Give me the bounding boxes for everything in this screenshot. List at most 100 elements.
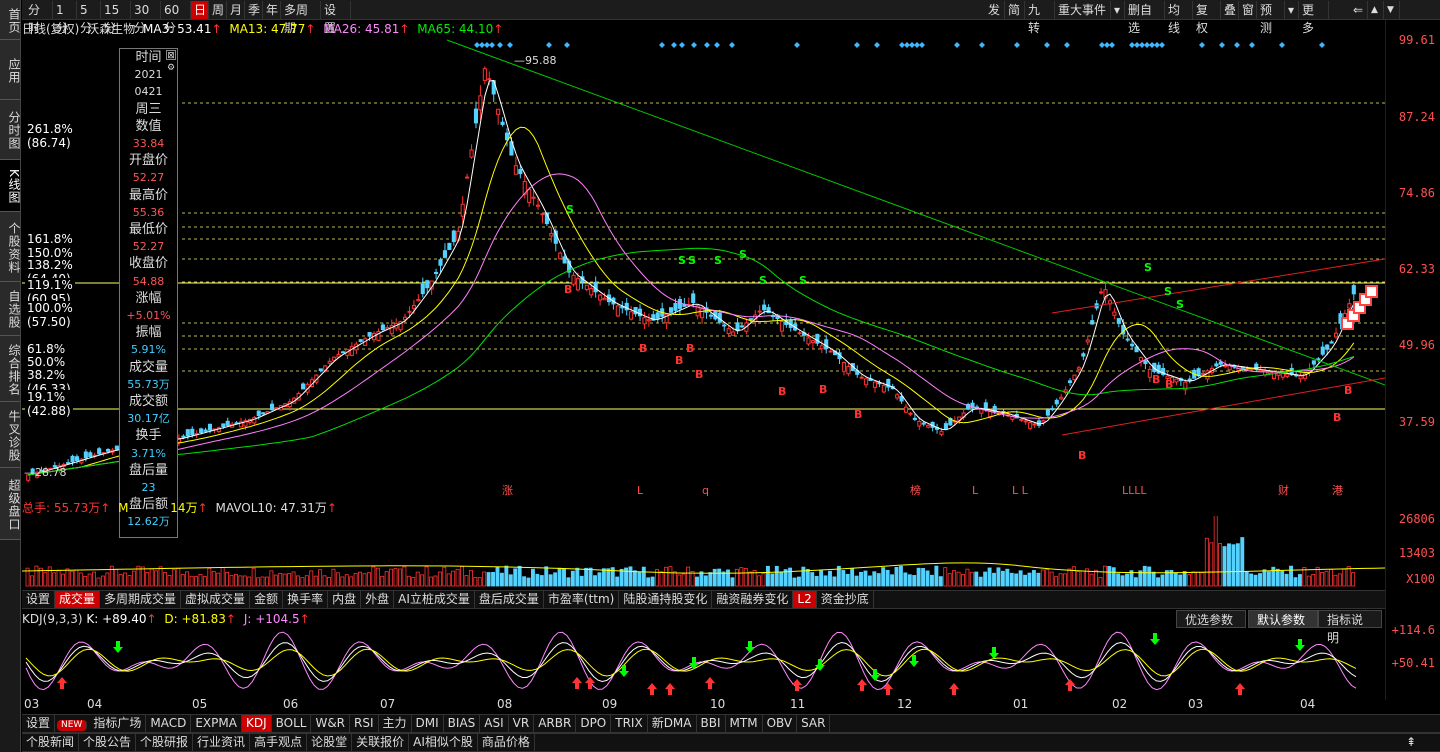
vol-tab[interactable]: 设置 <box>22 591 56 608</box>
popup-value: 52.27 <box>132 240 165 254</box>
indicator-tab[interactable]: EXPMA <box>191 715 242 732</box>
indicator-tab[interactable]: VR <box>509 715 535 732</box>
indicator-tab[interactable]: KDJ <box>241 715 272 732</box>
vol-tab[interactable]: 盘后成交量 <box>475 591 544 608</box>
tool-btn-1[interactable]: 简 <box>1005 1 1025 19</box>
period-tab-1[interactable]: 1分 <box>53 1 77 35</box>
stock-name[interactable]: 沃森生物 <box>87 22 135 36</box>
up-icon[interactable]: ▲ <box>1368 1 1384 19</box>
indicator-tab[interactable]: TRIX <box>611 715 648 732</box>
indicator-tab[interactable]: BIAS <box>444 715 481 732</box>
kdj-param-button[interactable]: 优选参数 <box>1176 610 1246 628</box>
sidebar-item-8[interactable]: 超级盘口 <box>0 468 21 540</box>
tool-btn-9[interactable]: 窗 <box>1239 1 1257 19</box>
indicator-tab[interactable]: ASI <box>480 715 509 732</box>
period-tab-2[interactable]: 5分 <box>77 1 101 35</box>
sidebar-item-2[interactable]: 分时图 <box>0 100 21 160</box>
popup-close-icon[interactable]: ⊠ <box>166 50 176 61</box>
volume-bar <box>1018 570 1023 587</box>
kdj-param-button[interactable]: 默认参数 <box>1248 610 1318 628</box>
bottom-tab[interactable]: 个股公告 <box>79 734 137 751</box>
popup-settings-icon[interactable]: ⚙ <box>166 63 176 73</box>
vol-tab[interactable]: 资金抄底 <box>817 591 874 608</box>
indicator-tab[interactable]: RSI <box>350 715 379 732</box>
sidebar-item-5[interactable]: 自选股 <box>0 282 21 336</box>
volume-bar <box>921 568 926 587</box>
indicator-tab[interactable]: 主力 <box>379 715 412 732</box>
bottom-tab[interactable]: 个股研报 <box>136 734 194 751</box>
period-tab-3[interactable]: 15分 <box>101 1 131 35</box>
bottom-tab[interactable]: AI相似个股 <box>409 734 478 751</box>
indicator-tab[interactable]: 新DMA <box>648 715 697 732</box>
back-icon[interactable]: ⇐ <box>1350 1 1368 19</box>
sidebar-item-3[interactable]: K线图 <box>0 160 21 212</box>
indicator-tab[interactable]: MACD <box>146 715 192 732</box>
vol-tab[interactable]: 换手率 <box>283 591 329 608</box>
vol-tab[interactable]: 外盘 <box>361 591 395 608</box>
collapse-icon[interactable]: ⇞ <box>1402 734 1420 751</box>
kdj-chart[interactable] <box>22 627 1385 697</box>
volume-bar <box>260 576 265 587</box>
indicator-tab[interactable]: NEW <box>57 720 88 731</box>
vol-tab[interactable]: 多周期成交量 <box>100 591 182 608</box>
tool-btn-11[interactable]: ▾ <box>1285 1 1299 19</box>
indicator-tab[interactable]: BOLL <box>272 715 312 732</box>
tool-btn-8[interactable]: 叠 <box>1221 1 1239 19</box>
bottom-tab[interactable]: 行业资讯 <box>193 734 251 751</box>
sidebar-item-4[interactable]: 个股资料 <box>0 212 21 282</box>
vol-tab[interactable]: 虚拟成交量 <box>181 591 251 608</box>
vol-tab[interactable]: L2 <box>793 591 817 608</box>
volume-bar <box>522 576 527 587</box>
period-tab-7[interactable]: 周 <box>209 1 227 19</box>
bottom-tab[interactable]: 个股新闻 <box>22 734 80 751</box>
period-tab-11[interactable]: 多周期 <box>281 1 321 35</box>
vol-tab[interactable]: AI立桩成交量 <box>394 591 475 608</box>
volume-chart[interactable] <box>22 516 1385 588</box>
indicator-tab[interactable]: DPO <box>576 715 612 732</box>
bottom-tab[interactable]: 高手观点 <box>250 734 308 751</box>
indicator-tab[interactable]: SAR <box>797 715 831 732</box>
period-tab-12[interactable]: 设置 <box>321 1 351 35</box>
tool-btn-3[interactable]: 重大事件 <box>1055 1 1111 19</box>
indicator-tab[interactable]: W&R <box>311 715 351 732</box>
indicator-tab[interactable]: OBV <box>763 715 798 732</box>
volume-bar <box>238 575 243 587</box>
vol-tab[interactable]: 市盈率(ttm) <box>544 591 620 608</box>
indicator-tab[interactable]: DMI <box>412 715 444 732</box>
vol-tab[interactable]: 内盘 <box>328 591 362 608</box>
indicator-tab[interactable]: 指标广场 <box>89 715 147 732</box>
bottom-tab[interactable]: 论股堂 <box>307 734 353 751</box>
period-tab-6[interactable]: 日 <box>191 1 209 19</box>
bottom-tab[interactable]: 关联报价 <box>352 734 410 751</box>
period-tab-4[interactable]: 30分 <box>131 1 161 35</box>
bottom-tab[interactable]: 商品价格 <box>478 734 535 751</box>
sidebar-item-1[interactable]: 应用 <box>0 40 21 100</box>
vol-tab[interactable]: 金额 <box>250 591 284 608</box>
period-tab-8[interactable]: 月 <box>227 1 245 19</box>
tool-btn-4[interactable]: ▾ <box>1111 1 1125 19</box>
period-tab-0[interactable]: 分时 <box>25 1 53 35</box>
tool-btn-12[interactable]: 更多 <box>1299 1 1329 35</box>
candlestick-chart[interactable]: SBS S S SS SBBBBB BBSSSB BBBB涨 Lq 榜 L L L LLLL 财港—95… <box>22 38 1385 498</box>
vol-tab[interactable]: 陆股通持股变化 <box>619 591 713 608</box>
tool-btn-0[interactable]: 发 <box>985 1 1005 19</box>
kdj-param-button[interactable]: 指标说明 <box>1318 610 1382 645</box>
period-label[interactable]: 日线(复权) <box>22 22 79 36</box>
vol-tab[interactable]: 融资融券变化 <box>712 591 794 608</box>
tool-btn-5[interactable]: 删自选 <box>1125 1 1165 35</box>
indicator-tab[interactable]: BBI <box>697 715 726 732</box>
tool-btn-2[interactable]: 九转 <box>1025 1 1055 35</box>
sidebar-item-6[interactable]: 综合排名 <box>0 336 21 402</box>
tool-btn-10[interactable]: 预测 <box>1257 1 1285 35</box>
tool-btn-7[interactable]: 复权 <box>1193 1 1221 35</box>
indicator-tab[interactable]: 设置 <box>22 715 56 732</box>
period-tab-5[interactable]: 60分 <box>161 1 191 35</box>
sidebar-item-0[interactable]: 首页 <box>0 0 21 40</box>
indicator-tab[interactable]: ARBR <box>534 715 577 732</box>
sidebar-item-7[interactable]: 牛叉诊股 <box>0 402 21 468</box>
indicator-tab[interactable]: MTM <box>726 715 763 732</box>
period-tab-10[interactable]: 年 <box>263 1 281 19</box>
tool-btn-6[interactable]: 均线 <box>1165 1 1193 35</box>
vol-tab[interactable]: 成交量 <box>55 591 101 608</box>
period-tab-9[interactable]: 季 <box>245 1 263 19</box>
